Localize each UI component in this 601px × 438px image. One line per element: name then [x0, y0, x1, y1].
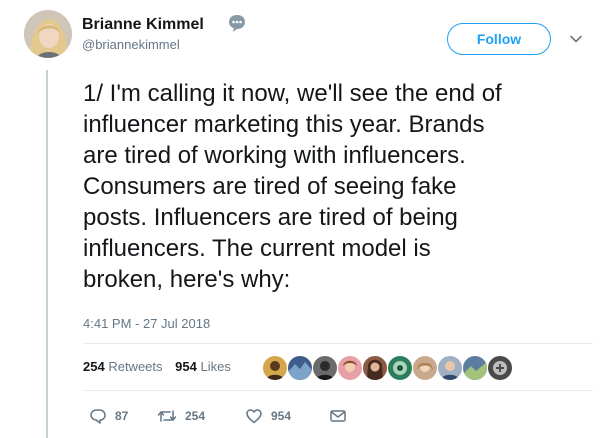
liker-avatar[interactable] [462, 355, 488, 381]
envelope-icon [330, 410, 346, 422]
author-handle[interactable]: @briannekimmel [82, 37, 180, 52]
author-name[interactable]: Brianne Kimmel [82, 16, 204, 34]
liker-avatar[interactable] [312, 355, 338, 381]
liker-avatar[interactable] [437, 355, 463, 381]
like-button[interactable]: 954 [245, 406, 291, 426]
reply-button[interactable]: 87 [89, 406, 128, 426]
likes-label: Likes [200, 359, 231, 374]
tweet-text: 1/ I'm calling it now, we'll see the end… [83, 80, 502, 293]
retweets-label: Retweets [108, 359, 163, 374]
divider [83, 343, 593, 344]
retweet-icon [157, 410, 177, 422]
liker-avatar[interactable] [387, 355, 413, 381]
heart-icon [246, 409, 262, 424]
likes-count: 954 [175, 359, 197, 374]
retweets-stat[interactable]: 254 Retweets [83, 359, 163, 374]
likes-stat[interactable]: 954 Likes [175, 359, 231, 374]
thread-line [46, 70, 48, 438]
follow-button[interactable]: Follow [447, 23, 551, 55]
divider [83, 390, 593, 391]
avatar[interactable] [24, 10, 72, 58]
liker-avatar[interactable] [337, 355, 363, 381]
reply-icon [90, 409, 106, 424]
tweet-stats: 254 Retweets 954 Likes [83, 359, 240, 374]
like-count: 954 [271, 409, 292, 423]
retweets-count: 254 [83, 359, 105, 374]
reply-count: 87 [115, 409, 129, 423]
speech-bubble-ellipsis-icon [229, 15, 245, 32]
chevron-down-icon[interactable] [569, 32, 583, 46]
liker-avatar[interactable] [287, 355, 313, 381]
liker-avatar[interactable] [487, 355, 513, 381]
direct-message-button[interactable] [329, 406, 347, 426]
liker-avatar[interactable] [262, 355, 288, 381]
avatar-image [24, 10, 72, 58]
retweet-count: 254 [185, 409, 206, 423]
retweet-button[interactable]: 254 [157, 406, 205, 426]
liker-avatar[interactable] [412, 355, 438, 381]
tweet-timestamp[interactable]: 4:41 PM - 27 Jul 2018 [83, 316, 210, 331]
liker-avatar[interactable] [362, 355, 388, 381]
